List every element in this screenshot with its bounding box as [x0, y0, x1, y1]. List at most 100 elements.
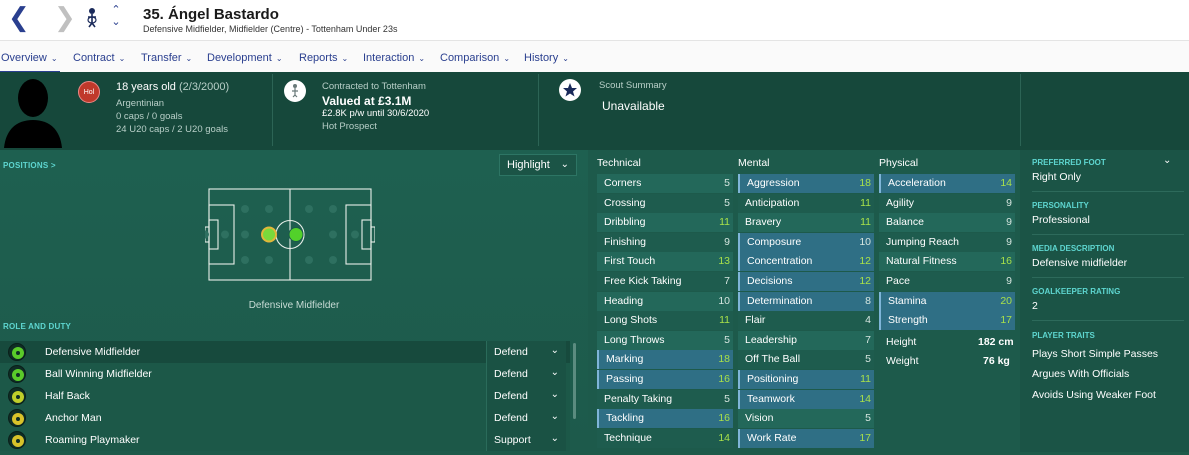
senior-caps: 0 caps / 0 goals — [116, 111, 183, 122]
attribute-row-teamwork[interactable]: Teamwork 14 — [738, 389, 874, 409]
attribute-name: Passing — [606, 373, 644, 385]
attribute-row-leadership[interactable]: Leadership 7 — [738, 330, 874, 350]
attribute-row-agility[interactable]: Agility 9 — [879, 193, 1015, 213]
physical-heading: Physical — [879, 157, 919, 169]
attribute-name: Bravery — [745, 216, 782, 229]
attribute-row-strength[interactable]: Strength 17 — [879, 311, 1015, 331]
attribute-row-corners[interactable]: Corners 5 — [597, 174, 733, 193]
attribute-row-technique[interactable]: Technique 14 — [597, 428, 733, 448]
role-row[interactable]: Defensive Midfielder Defend ⌄ — [0, 341, 570, 363]
attribute-row-natural-fitness[interactable]: Natural Fitness 16 — [879, 252, 1015, 272]
attribute-row-determination[interactable]: Determination 8 — [738, 291, 874, 311]
attribute-row-vision[interactable]: Vision 5 — [738, 409, 874, 429]
forward-button[interactable]: ❯ — [54, 4, 76, 32]
duty-dropdown[interactable]: Defend ⌄ — [486, 385, 566, 407]
divider — [272, 74, 273, 146]
tab-development[interactable]: Development ⌄ — [207, 52, 283, 64]
attribute-name: Pace — [886, 275, 910, 287]
preferred-foot-label: PREFERRED FOOT — [1032, 158, 1106, 167]
role-row[interactable]: Half Back Defend ⌄ — [0, 385, 570, 407]
tab-transfer[interactable]: Transfer ⌄ — [141, 52, 192, 64]
attribute-name: Balance — [886, 216, 924, 229]
chevron-down-icon[interactable]: ⌄ — [1163, 155, 1171, 166]
attribute-row-finishing[interactable]: Finishing 9 — [597, 232, 733, 252]
tab-comparison[interactable]: Comparison ⌄ — [440, 52, 510, 64]
attribute-row-crossing[interactable]: Crossing 5 — [597, 193, 733, 213]
attribute-row-dribbling[interactable]: Dribbling 11 — [597, 213, 733, 233]
weight-value: 76 kg — [983, 355, 1010, 367]
role-name: Roaming Playmaker — [45, 434, 140, 446]
attribute-row-passing[interactable]: Passing 16 — [597, 370, 733, 389]
attribute-row-pace[interactable]: Pace 9 — [879, 272, 1015, 291]
attribute-row-anticipation[interactable]: Anticipation 11 — [738, 193, 874, 213]
attribute-row-acceleration[interactable]: Acceleration 14 — [879, 174, 1015, 193]
player-up-down-stepper[interactable]: ⌃ ⌄ — [109, 4, 123, 28]
attribute-name: Concentration — [747, 255, 813, 268]
attribute-value: 16 — [718, 412, 730, 425]
attribute-row-off-the-ball[interactable]: Off The Ball 5 — [738, 350, 874, 370]
attribute-row-stamina[interactable]: Stamina 20 — [879, 291, 1015, 311]
weight-label: Weight — [886, 355, 919, 367]
attribute-row-concentration[interactable]: Concentration 12 — [738, 252, 874, 272]
attribute-row-free-kick-taking[interactable]: Free Kick Taking 7 — [597, 272, 733, 291]
attribute-row-long-throws[interactable]: Long Throws 5 — [597, 330, 733, 350]
divider — [1032, 191, 1184, 192]
attribute-value: 8 — [865, 294, 871, 307]
attribute-row-tackling[interactable]: Tackling 16 — [597, 409, 733, 429]
positions-label[interactable]: POSITIONS > — [3, 161, 56, 170]
attribute-row-aggression[interactable]: Aggression 18 — [738, 174, 874, 193]
role-row[interactable]: Ball Winning Midfielder Defend ⌄ — [0, 363, 570, 385]
player-header: ❮ ❯ ⌃ ⌄ 35. Ángel Bastardo Defensive Mid… — [0, 0, 1189, 40]
tab-interaction[interactable]: Interaction ⌄ — [363, 52, 425, 64]
chevron-down-icon: ⌄ — [550, 367, 559, 378]
chevron-down-icon: ⌄ — [275, 54, 283, 63]
duty-dropdown[interactable]: Defend ⌄ — [486, 341, 566, 363]
attribute-row-bravery[interactable]: Bravery 11 — [738, 213, 874, 233]
personality-label: PERSONALITY — [1032, 201, 1089, 210]
tab-overview[interactable]: Overview ⌄ — [1, 52, 58, 64]
attribute-value: 12 — [859, 255, 871, 268]
attribute-row-composure[interactable]: Composure 10 — [738, 232, 874, 252]
attribute-row-balance[interactable]: Balance 9 — [879, 213, 1015, 233]
duty-dropdown[interactable]: Defend ⌄ — [486, 407, 566, 429]
role-row[interactable]: Anchor Man Defend ⌄ — [0, 407, 570, 429]
tab-history[interactable]: History ⌄ — [524, 52, 569, 64]
attribute-value: 5 — [865, 353, 871, 366]
attribute-row-flair[interactable]: Flair 4 — [738, 311, 874, 331]
attribute-name: Vision — [745, 412, 774, 425]
attribute-row-decisions[interactable]: Decisions 12 — [738, 272, 874, 291]
club-icon — [284, 80, 306, 102]
attribute-row-heading[interactable]: Heading 10 — [597, 291, 733, 311]
tab-reports[interactable]: Reports ⌄ — [299, 52, 348, 64]
role-row[interactable]: Roaming Playmaker Support ⌄ — [0, 429, 570, 451]
attribute-row-positioning[interactable]: Positioning 11 — [738, 370, 874, 389]
attribute-name: Composure — [747, 235, 802, 248]
attribute-value: 11 — [860, 216, 871, 229]
attribute-row-jumping-reach[interactable]: Jumping Reach 9 — [879, 232, 1015, 252]
highlight-dropdown[interactable]: Highlight ⌄ — [499, 154, 577, 176]
attribute-row-penalty-taking[interactable]: Penalty Taking 5 — [597, 389, 733, 409]
duty-dropdown[interactable]: Support ⌄ — [486, 429, 566, 451]
player-nationality: Argentinian — [116, 98, 165, 109]
chevron-down-icon[interactable]: ⌄ — [109, 16, 123, 28]
attribute-row-work-rate[interactable]: Work Rate 17 — [738, 428, 874, 448]
attribute-row-marking[interactable]: Marking 18 — [597, 350, 733, 370]
goalkeeper-rating-value: 2 — [1032, 300, 1038, 312]
attribute-name: Natural Fitness — [886, 255, 957, 268]
tab-contract[interactable]: Contract ⌄ — [73, 52, 125, 64]
player-info-band: Hol 18 years old (2/3/2000) Argentinian … — [0, 72, 1189, 150]
attribute-row-first-touch[interactable]: First Touch 13 — [597, 252, 733, 272]
role-list-scrollbar[interactable] — [573, 343, 576, 419]
attribute-name: Jumping Reach — [886, 235, 959, 248]
chevron-down-icon: ⌄ — [118, 54, 126, 63]
back-button[interactable]: ❮ — [8, 4, 30, 32]
attribute-value: 14 — [718, 431, 730, 444]
attribute-value: 16 — [718, 373, 730, 385]
attribute-value: 5 — [724, 177, 730, 189]
mental-heading: Mental — [738, 157, 770, 169]
attribute-value: 18 — [718, 353, 730, 366]
nationality-badge[interactable]: Hol — [78, 81, 100, 103]
attribute-value: 5 — [724, 333, 730, 346]
duty-dropdown[interactable]: Defend ⌄ — [486, 363, 566, 385]
attribute-row-long-shots[interactable]: Long Shots 11 — [597, 311, 733, 331]
